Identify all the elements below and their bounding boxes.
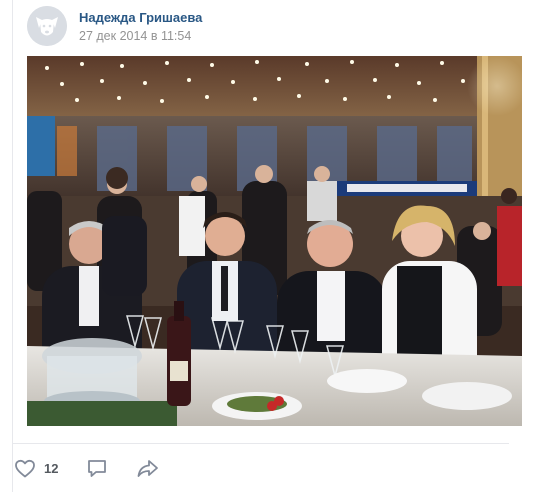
actions-divider	[13, 443, 509, 444]
share-button[interactable]	[135, 450, 161, 486]
share-arrow-icon	[137, 460, 158, 477]
page: Надежда Гришаева 27 дек 2014 в 11:54 12	[0, 0, 540, 492]
like-button[interactable]: 12	[13, 450, 58, 486]
heart-icon	[15, 459, 35, 478]
author-name-link[interactable]: Надежда Гришаева	[79, 10, 202, 25]
comment-button[interactable]	[85, 450, 109, 486]
post-photo[interactable]	[27, 56, 522, 426]
post-card: Надежда Гришаева 27 дек 2014 в 11:54 12	[12, 0, 529, 492]
post-actions-bar: 12	[13, 450, 313, 486]
like-count: 12	[44, 460, 59, 476]
author-avatar[interactable]	[27, 6, 67, 46]
deactivated-dog-avatar-icon	[27, 6, 67, 46]
post-date-link[interactable]: 27 дек 2014 в 11:54	[79, 29, 191, 43]
comment-icon	[88, 460, 106, 477]
banquet-photo-image	[27, 56, 522, 426]
